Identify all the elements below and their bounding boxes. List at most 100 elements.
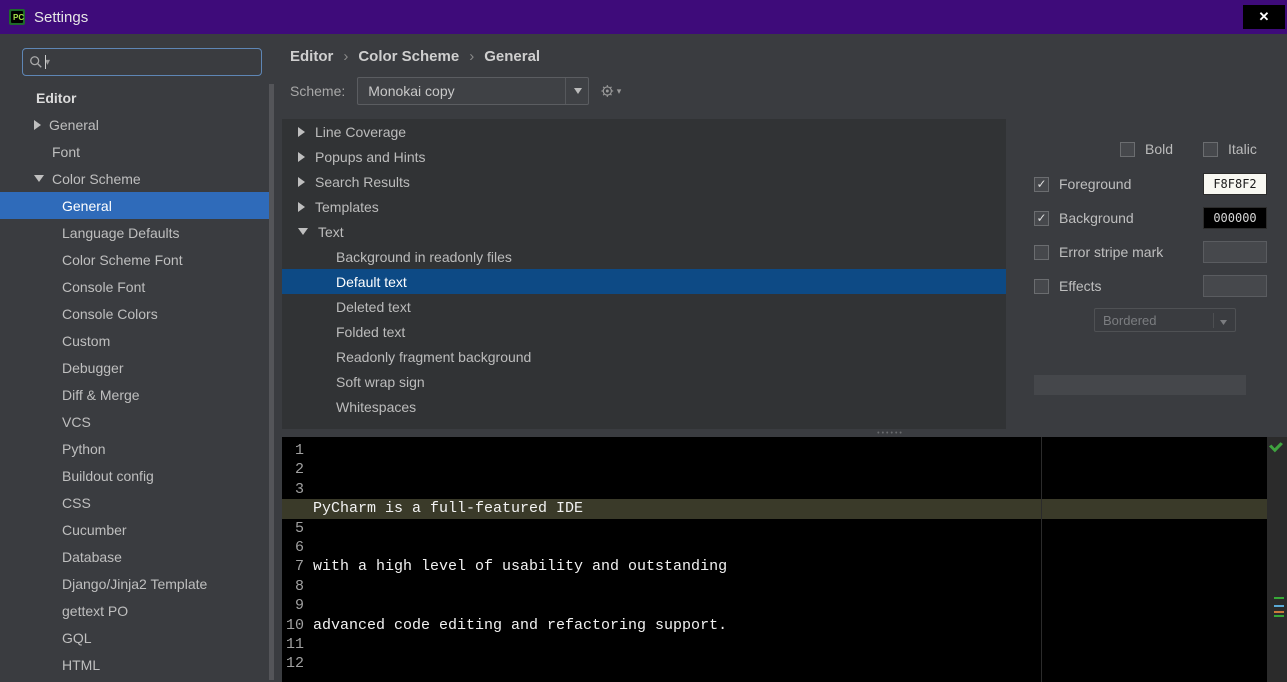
effects-type-select[interactable]: Bordered <box>1094 308 1236 332</box>
chevron-right-icon <box>34 120 41 130</box>
background-swatch[interactable]: 000000 <box>1203 207 1267 229</box>
preview-line: advanced code editing and refactoring su… <box>313 616 1267 635</box>
preview-line: PyCharm is a full-featured IDE <box>313 499 1267 518</box>
error-stripe[interactable] <box>1267 437 1287 682</box>
cat-templates[interactable]: Templates <box>282 194 1006 219</box>
background-label: Background <box>1059 210 1193 226</box>
sidebar-item-html[interactable]: HTML <box>0 651 269 678</box>
effects-checkbox[interactable] <box>1034 279 1049 294</box>
cat-label: Templates <box>315 199 379 215</box>
gutter: 123456 789101112 <box>282 437 308 682</box>
effects-label: Effects <box>1059 278 1193 294</box>
sidebar-item-font[interactable]: Font <box>0 138 269 165</box>
chevron-down-icon <box>298 228 308 235</box>
sidebar-item-css[interactable]: CSS <box>0 489 269 516</box>
vertical-resizer[interactable]: •••••• <box>274 429 1287 437</box>
error-stripe-label: Error stripe mark <box>1059 244 1193 260</box>
search-icon <box>29 55 43 69</box>
cat-default-text[interactable]: Default text <box>282 269 1006 294</box>
sidebar-item-debugger[interactable]: Debugger <box>0 354 269 381</box>
cat-label: Search Results <box>315 174 410 190</box>
foreground-swatch[interactable]: F8F8F2 <box>1203 173 1267 195</box>
scheme-label: Scheme: <box>290 83 345 99</box>
window-title: Settings <box>34 9 88 26</box>
code-area[interactable]: PyCharm is a full-featured IDE with a hi… <box>308 437 1267 682</box>
category-tree[interactable]: Line Coverage Popups and Hints Search Re… <box>282 119 1006 429</box>
italic-checkbox[interactable] <box>1203 142 1218 157</box>
chevron-right-icon <box>298 127 305 137</box>
breadcrumb-color-scheme[interactable]: Color Scheme <box>358 48 459 65</box>
sidebar-item-cs-general[interactable]: General <box>0 192 269 219</box>
cat-bg-readonly[interactable]: Background in readonly files <box>282 244 1006 269</box>
close-button[interactable]: ✕ <box>1243 5 1285 29</box>
scheme-value: Monokai copy <box>368 83 454 99</box>
cat-readonly-fragment[interactable]: Readonly fragment background <box>282 344 1006 369</box>
effects-type-value: Bordered <box>1103 313 1156 328</box>
cat-folded-text[interactable]: Folded text <box>282 319 1006 344</box>
cat-line-coverage[interactable]: Line Coverage <box>282 119 1006 144</box>
preview-editor[interactable]: 123456 789101112 PyCharm is a full-featu… <box>282 437 1287 682</box>
cat-label: Text <box>318 224 344 240</box>
cat-search-results[interactable]: Search Results <box>282 169 1006 194</box>
preview-line <box>313 674 1267 682</box>
svg-text:PC: PC <box>13 13 24 22</box>
breadcrumb-editor[interactable]: Editor <box>290 48 333 65</box>
chevron-right-icon <box>298 202 305 212</box>
sidebar-item-language-defaults[interactable]: Language Defaults <box>0 219 269 246</box>
inherit-bar <box>1034 375 1246 395</box>
error-stripe-swatch[interactable] <box>1203 241 1267 263</box>
sidebar-item-gettext[interactable]: gettext PO <box>0 597 269 624</box>
settings-sidebar: ▾ Editor General Font Color Scheme Gener… <box>0 34 274 682</box>
sidebar-item-label: General <box>49 117 99 133</box>
sidebar-item-custom[interactable]: Custom <box>0 327 269 354</box>
chevron-down-icon <box>1213 313 1227 328</box>
chevron-right-icon <box>298 152 305 162</box>
sidebar-item-cs-font[interactable]: Color Scheme Font <box>0 246 269 273</box>
sidebar-item-color-scheme[interactable]: Color Scheme <box>0 165 269 192</box>
chevron-right-icon: › <box>343 48 348 65</box>
sidebar-item-general[interactable]: General <box>0 111 269 138</box>
breadcrumb: Editor › Color Scheme › General <box>274 44 1287 77</box>
ok-indicator-icon <box>1269 441 1283 453</box>
cat-label: Popups and Hints <box>315 149 426 165</box>
cat-popups-hints[interactable]: Popups and Hints <box>282 144 1006 169</box>
sidebar-item-console-colors[interactable]: Console Colors <box>0 300 269 327</box>
sidebar-item-python[interactable]: Python <box>0 435 269 462</box>
sidebar-item-django[interactable]: Django/Jinja2 Template <box>0 570 269 597</box>
foreground-checkbox[interactable] <box>1034 177 1049 192</box>
sidebar-item-buildout[interactable]: Buildout config <box>0 462 269 489</box>
chevron-down-icon <box>565 78 582 104</box>
main-pane: Editor › Color Scheme › General Scheme: … <box>274 34 1287 682</box>
cat-soft-wrap[interactable]: Soft wrap sign <box>282 369 1006 394</box>
sidebar-item-console-font[interactable]: Console Font <box>0 273 269 300</box>
properties-panel: Bold Italic Foreground F8F8F2 Background… <box>1006 119 1287 429</box>
preview-line: with a high level of usability and outst… <box>313 557 1267 576</box>
search-input[interactable]: ▾ <box>22 48 262 76</box>
effects-swatch[interactable] <box>1203 275 1267 297</box>
sidebar-item-cucumber[interactable]: Cucumber <box>0 516 269 543</box>
cat-label: Line Coverage <box>315 124 406 140</box>
background-checkbox[interactable] <box>1034 211 1049 226</box>
sidebar-item-diff-merge[interactable]: Diff & Merge <box>0 381 269 408</box>
breadcrumb-general: General <box>484 48 540 65</box>
sidebar-section-editor[interactable]: Editor <box>0 84 269 111</box>
cat-deleted-text[interactable]: Deleted text <box>282 294 1006 319</box>
error-stripe-checkbox[interactable] <box>1034 245 1049 260</box>
chevron-down-icon: ▾ <box>617 86 622 97</box>
app-icon: PC <box>8 8 26 26</box>
bold-label: Bold <box>1145 141 1173 157</box>
sidebar-item-database[interactable]: Database <box>0 543 269 570</box>
bold-checkbox[interactable] <box>1120 142 1135 157</box>
chevron-right-icon <box>298 177 305 187</box>
chevron-right-icon: › <box>469 48 474 65</box>
italic-label: Italic <box>1228 141 1257 157</box>
cat-text[interactable]: Text <box>282 219 1006 244</box>
cat-whitespaces[interactable]: Whitespaces <box>282 394 1006 419</box>
gear-icon[interactable]: ▾ <box>601 81 621 101</box>
scheme-select[interactable]: Monokai copy <box>357 77 589 105</box>
sidebar-item-vcs[interactable]: VCS <box>0 408 269 435</box>
chevron-down-icon <box>34 175 44 182</box>
foreground-label: Foreground <box>1059 176 1193 192</box>
sidebar-item-gql[interactable]: GQL <box>0 624 269 651</box>
sidebar-item-label: Color Scheme <box>52 171 141 187</box>
